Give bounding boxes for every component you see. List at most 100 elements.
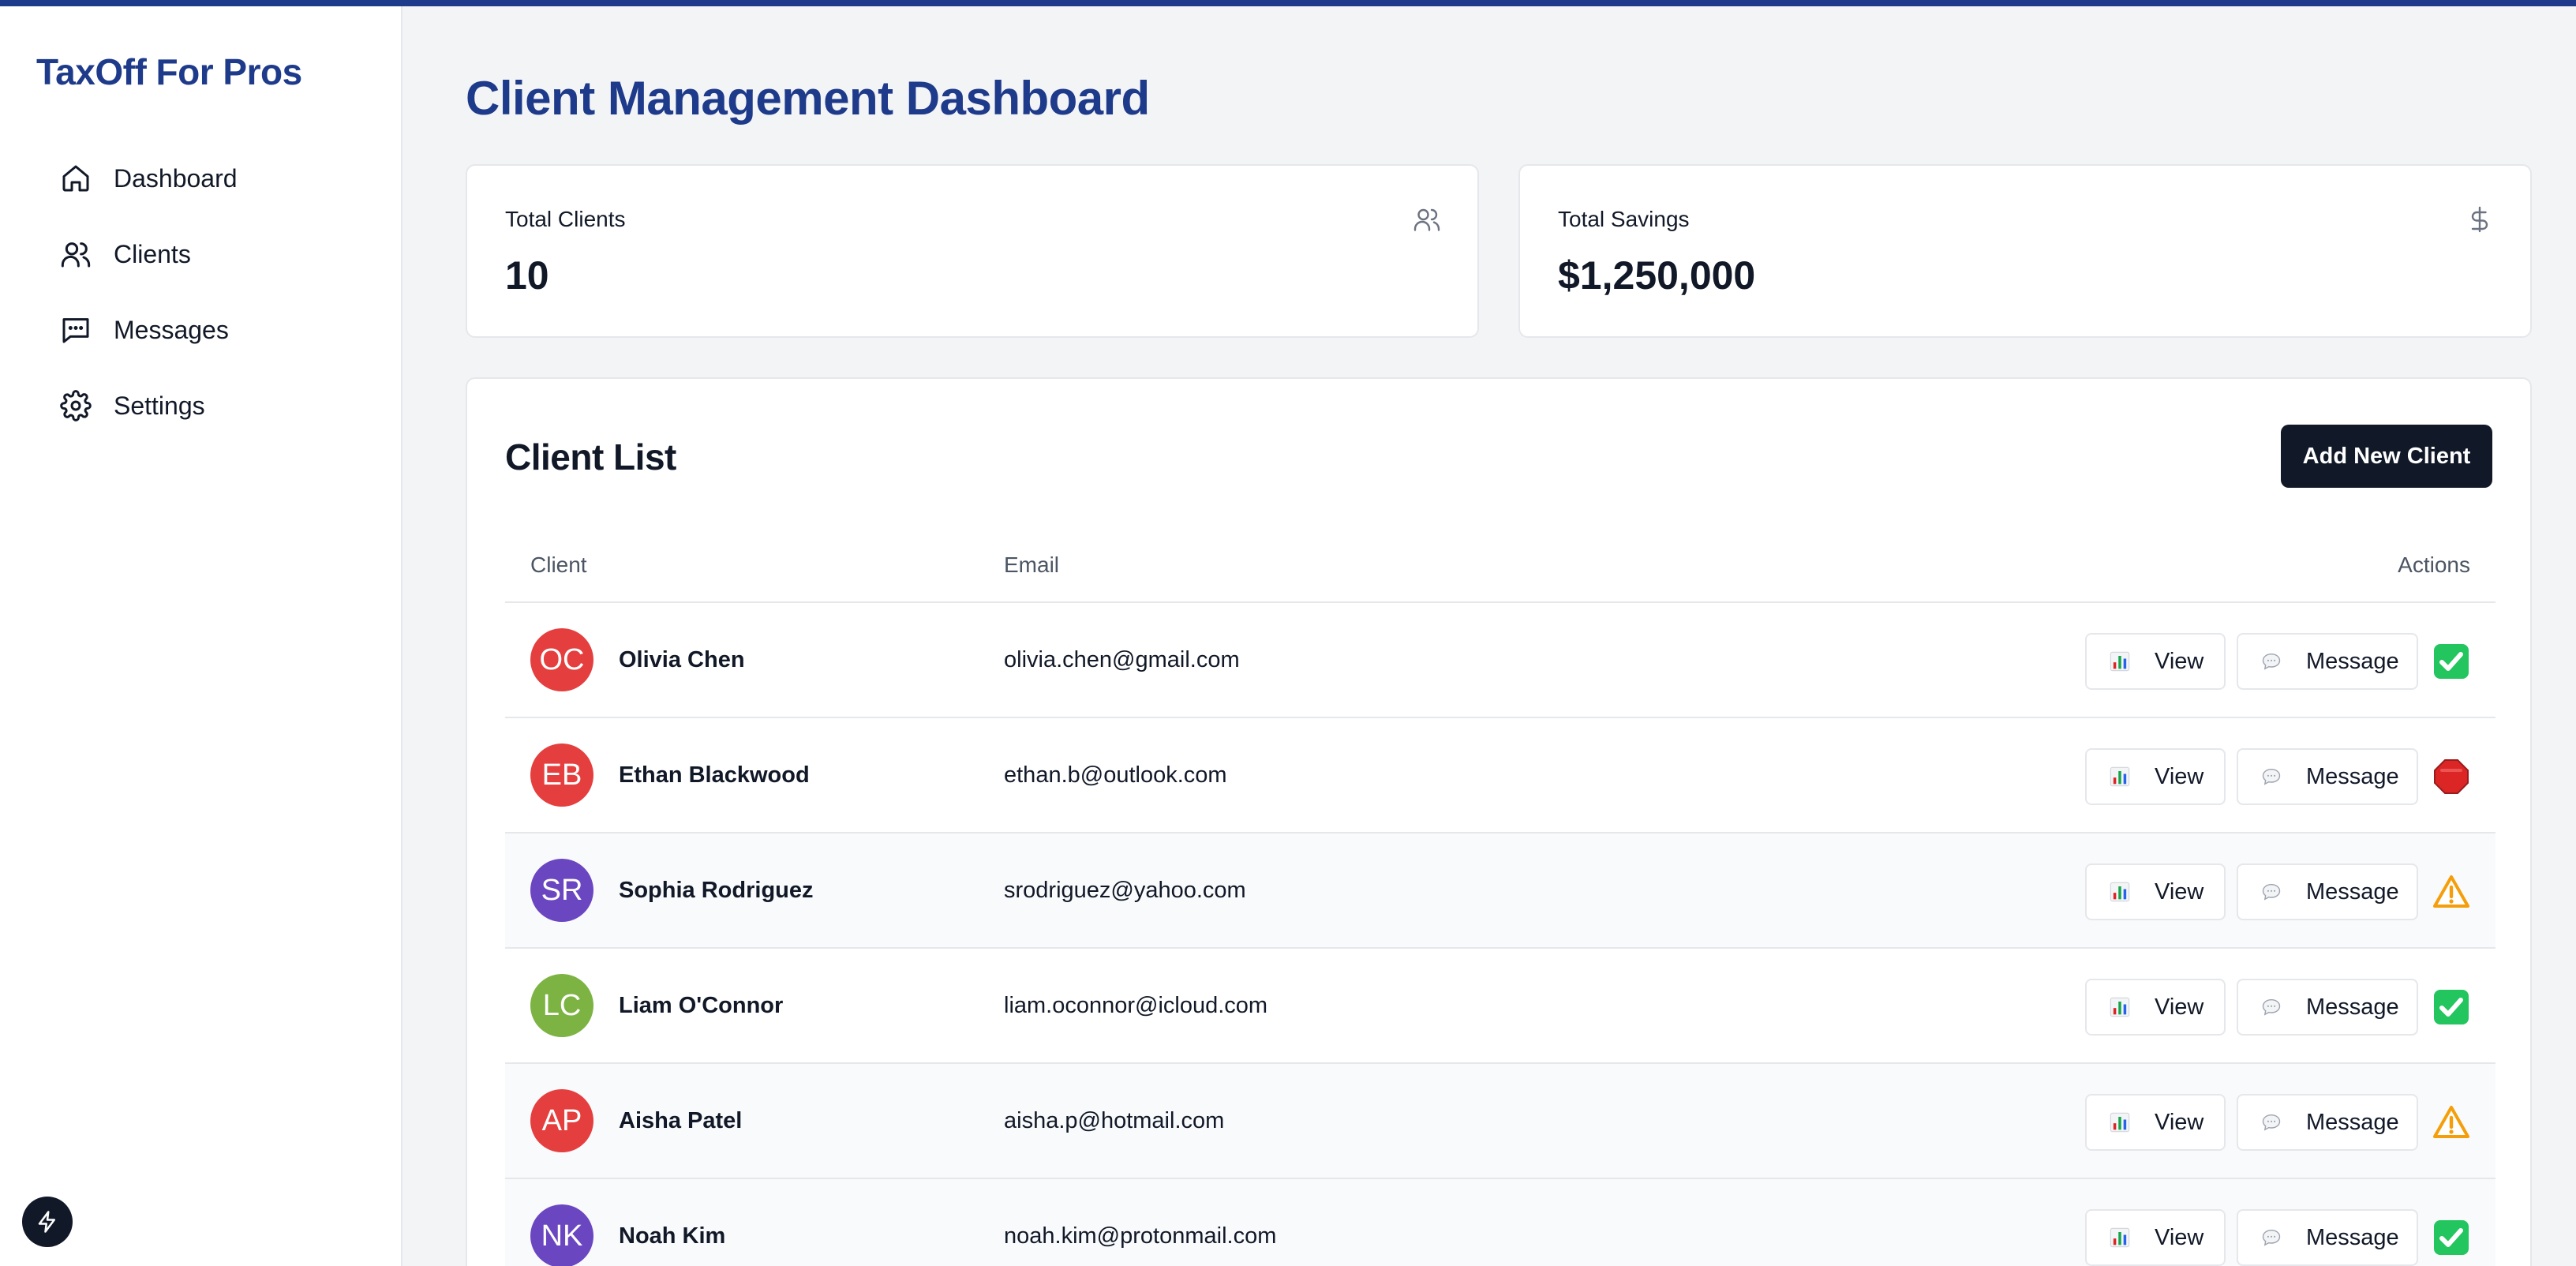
top-accent-bar <box>0 0 2576 6</box>
sidebar-item-label: Messages <box>114 315 229 344</box>
message-button[interactable]: Message <box>2237 1209 2418 1266</box>
view-button[interactable]: View <box>2085 979 2226 1036</box>
row-actions: View Message <box>2085 633 2470 690</box>
add-new-client-button[interactable]: Add New Client <box>2281 425 2492 488</box>
message-label: Message <box>2306 1109 2399 1135</box>
avatar-initials: EB <box>541 758 582 792</box>
gear-icon <box>60 390 92 421</box>
view-label: View <box>2155 648 2204 674</box>
table-row[interactable]: EB Ethan Blackwood ethan.b@outlook.com V… <box>505 718 2496 833</box>
avatar: OC <box>530 628 593 691</box>
speech-bubble-icon <box>2260 766 2282 788</box>
speech-bubble-icon <box>2260 1111 2282 1133</box>
stop-sign-icon <box>2432 758 2470 796</box>
lightning-icon <box>38 1211 55 1233</box>
row-actions: View Message <box>2085 1209 2470 1266</box>
row-actions: View Message <box>2085 748 2470 805</box>
check-mark-icon <box>2432 988 2470 1026</box>
table-row[interactable]: AP Aisha Patel aisha.p@hotmail.com View … <box>505 1064 2496 1179</box>
client-email: aisha.p@hotmail.com <box>1004 1108 1225 1133</box>
message-label: Message <box>2306 763 2399 789</box>
client-email: noah.kim@protonmail.com <box>1004 1223 1277 1249</box>
client-name: Ethan Blackwood <box>619 762 810 788</box>
speech-bubble-icon <box>2260 650 2282 672</box>
client-list-card: Client List Add New Client Client Email … <box>466 377 2532 1266</box>
message-button[interactable]: Message <box>2237 979 2418 1036</box>
message-button[interactable]: Message <box>2237 1094 2418 1151</box>
bar-chart-icon <box>2109 650 2131 672</box>
avatar-initials: OC <box>539 642 585 676</box>
warning-icon <box>2432 1103 2470 1141</box>
bar-chart-icon <box>2109 996 2131 1018</box>
sidebar-item-dashboard[interactable]: Dashboard <box>60 140 238 216</box>
dev-tools-button[interactable] <box>22 1197 73 1247</box>
bar-chart-icon <box>2109 881 2131 903</box>
total-clients-card: Total Clients 10 <box>466 164 1479 338</box>
sidebar-item-settings[interactable]: Settings <box>60 368 238 444</box>
avatar-initials: LC <box>542 988 582 1022</box>
page-title: Client Management Dashboard <box>466 72 1150 125</box>
avatar: NK <box>530 1204 593 1266</box>
speech-bubble-icon <box>2260 881 2282 903</box>
message-button[interactable]: Message <box>2237 633 2418 690</box>
sidebar-item-label: Settings <box>114 391 205 420</box>
bar-chart-icon <box>2109 766 2131 788</box>
avatar-initials: AP <box>541 1103 582 1137</box>
message-button[interactable]: Message <box>2237 863 2418 920</box>
avatar: AP <box>530 1089 593 1152</box>
client-name: Aisha Patel <box>619 1108 743 1133</box>
column-header-client: Client <box>530 552 587 577</box>
client-name: Liam O'Connor <box>619 993 784 1018</box>
table-row[interactable]: SR Sophia Rodriguez srodriguez@yahoo.com… <box>505 833 2496 949</box>
view-button[interactable]: View <box>2085 633 2226 690</box>
view-label: View <box>2155 878 2204 905</box>
message-label: Message <box>2306 878 2399 905</box>
view-button[interactable]: View <box>2085 748 2226 805</box>
check-mark-icon <box>2432 642 2470 680</box>
sidebar-item-label: Clients <box>114 239 191 268</box>
client-email: liam.oconnor@icloud.com <box>1004 993 1268 1018</box>
message-square-icon <box>62 318 89 343</box>
client-table: Client Email Actions OC Olivia Chen oliv… <box>505 529 2496 1266</box>
client-name: Olivia Chen <box>619 647 745 672</box>
client-list-title: Client List <box>505 436 676 478</box>
avatar-initials: NK <box>541 1219 583 1253</box>
view-button[interactable]: View <box>2085 863 2226 920</box>
client-email: srodriguez@yahoo.com <box>1004 878 1246 903</box>
brand-logo[interactable]: TaxOff For Pros <box>36 51 302 93</box>
total-savings-card: Total Savings $1,250,000 <box>1518 164 2532 338</box>
warning-icon <box>2432 873 2470 911</box>
sidebar-item-clients[interactable]: Clients <box>60 216 238 292</box>
sidebar-item-messages[interactable]: Messages <box>60 292 238 368</box>
view-button[interactable]: View <box>2085 1094 2226 1151</box>
users-icon <box>1413 208 1440 231</box>
column-header-actions: Actions <box>2398 552 2470 577</box>
sidebar-item-label: Dashboard <box>114 163 238 193</box>
avatar: EB <box>530 743 593 807</box>
table-row[interactable]: NK Noah Kim noah.kim@protonmail.com View… <box>505 1179 2496 1266</box>
message-label: Message <box>2306 994 2399 1020</box>
avatar: LC <box>530 974 593 1037</box>
dollar-icon <box>2471 206 2488 233</box>
table-row[interactable]: LC Liam O'Connor liam.oconnor@icloud.com… <box>505 949 2496 1064</box>
view-button[interactable]: View <box>2085 1209 2226 1266</box>
client-email: olivia.chen@gmail.com <box>1004 647 1240 672</box>
client-name: Sophia Rodriguez <box>619 878 814 903</box>
row-actions: View Message <box>2085 1094 2470 1151</box>
home-icon <box>62 165 89 192</box>
bar-chart-icon <box>2109 1227 2131 1249</box>
view-label: View <box>2155 1109 2204 1135</box>
column-header-email: Email <box>1004 552 1060 577</box>
speech-bubble-icon <box>2260 1227 2282 1249</box>
sidebar-nav: Dashboard Clients Messages Settings <box>60 140 238 444</box>
table-row[interactable]: OC Olivia Chen olivia.chen@gmail.com Vie… <box>505 603 2496 718</box>
check-mark-icon <box>2432 1219 2470 1257</box>
table-body: OC Olivia Chen olivia.chen@gmail.com Vie… <box>505 603 2496 1266</box>
stat-label: Total Savings <box>1558 207 1690 231</box>
message-button[interactable]: Message <box>2237 748 2418 805</box>
speech-bubble-icon <box>2260 996 2282 1018</box>
stat-value: 10 <box>505 253 549 298</box>
client-email: ethan.b@outlook.com <box>1004 762 1227 788</box>
avatar-initials: SR <box>541 873 583 907</box>
view-label: View <box>2155 1224 2204 1250</box>
